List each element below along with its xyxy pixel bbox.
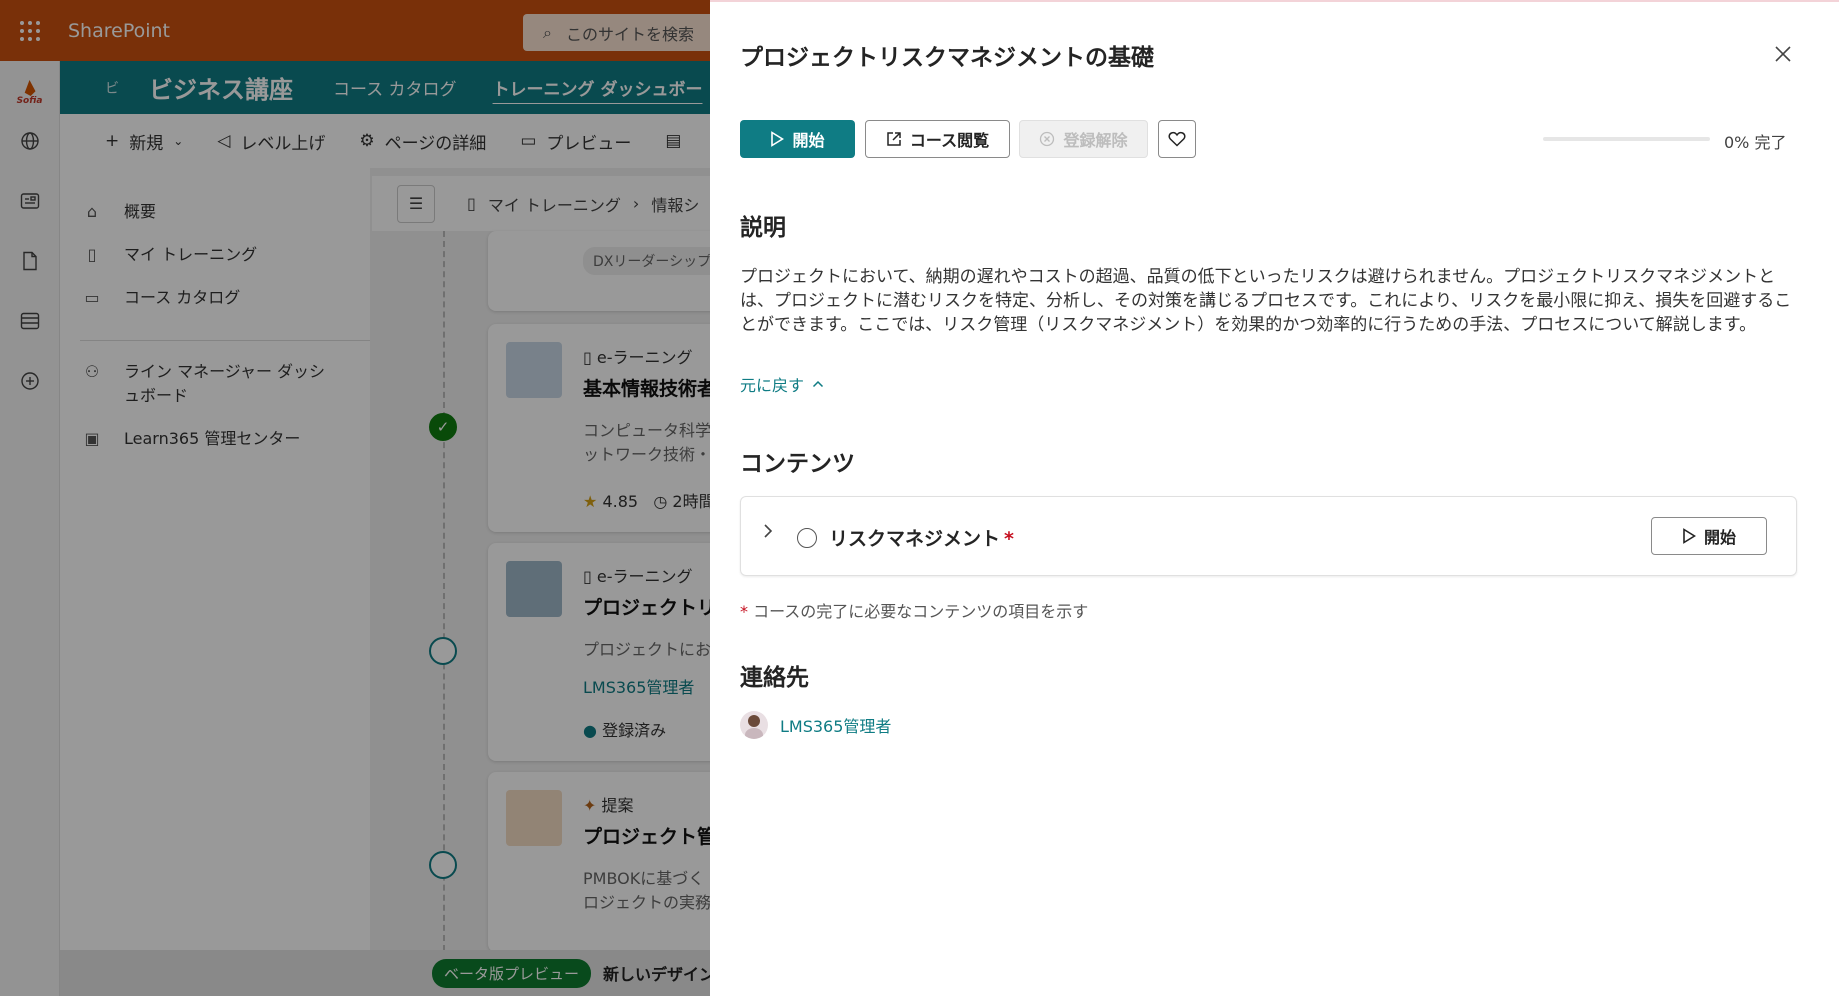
chevron-up-icon [812,380,824,388]
expand-chevron-icon[interactable] [763,523,773,544]
required-marker: * [1004,528,1014,550]
start-content-button[interactable]: 開始 [1651,517,1767,555]
content-item: リスクマネジメント * 開始 [740,496,1797,576]
unenroll-button[interactable]: 登録解除 [1019,120,1148,158]
favorite-button[interactable] [1158,120,1196,158]
contact-person[interactable]: LMS365管理者 [740,711,891,739]
contents-heading: コンテンツ [740,451,855,477]
start-course-button[interactable]: 開始 [740,120,855,158]
collapse-description-link[interactable]: 元に戻す [740,372,824,396]
dismiss-circle-icon [1040,131,1055,147]
contact-heading: 連絡先 [740,665,809,691]
contact-name-link[interactable]: LMS365管理者 [780,713,891,737]
browse-course-button[interactable]: コース閲覧 [865,120,1010,158]
avatar [740,711,768,739]
completion-status-icon [797,528,817,548]
content-item-name: リスクマネジメント * [829,528,1014,550]
close-icon [1775,46,1791,62]
progress-label: 0% 完了 [1724,133,1787,152]
open-external-icon [887,132,901,146]
close-panel-button[interactable] [1765,36,1801,72]
play-icon [1683,528,1696,544]
heart-icon [1168,131,1186,147]
required-note: * コースの完了に必要なコンテンツの項目を示す [740,602,1089,621]
required-marker: * [740,602,748,621]
overlay-dimmer[interactable] [0,0,710,996]
progress-bar [1543,137,1710,141]
panel-title: プロジェクトリスクマネジメントの基礎 [740,45,1154,71]
course-description: プロジェクトにおいて、納期の遅れやコストの超過、品質の低下といったリスクは避けら… [740,267,1792,335]
course-detail-panel: プロジェクトリスクマネジメントの基礎 開始 コース閲覧 登録解除 0% 完了 説… [710,0,1839,996]
play-icon [771,131,785,147]
description-heading: 説明 [740,215,786,241]
